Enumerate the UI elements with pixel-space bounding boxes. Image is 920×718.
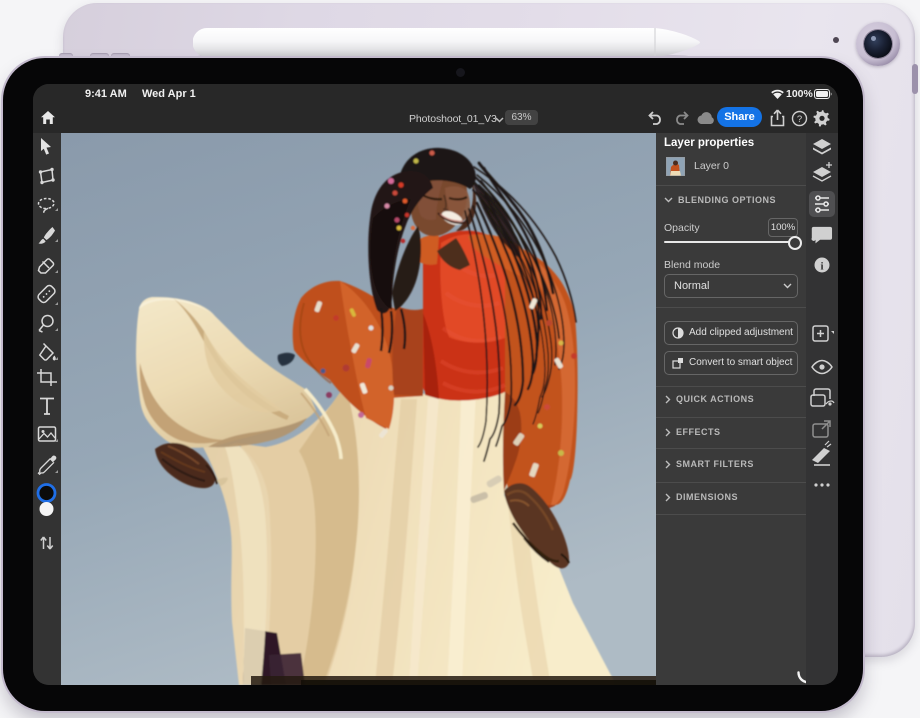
svg-text:i: i (820, 261, 823, 273)
svg-text:?: ? (797, 114, 802, 125)
